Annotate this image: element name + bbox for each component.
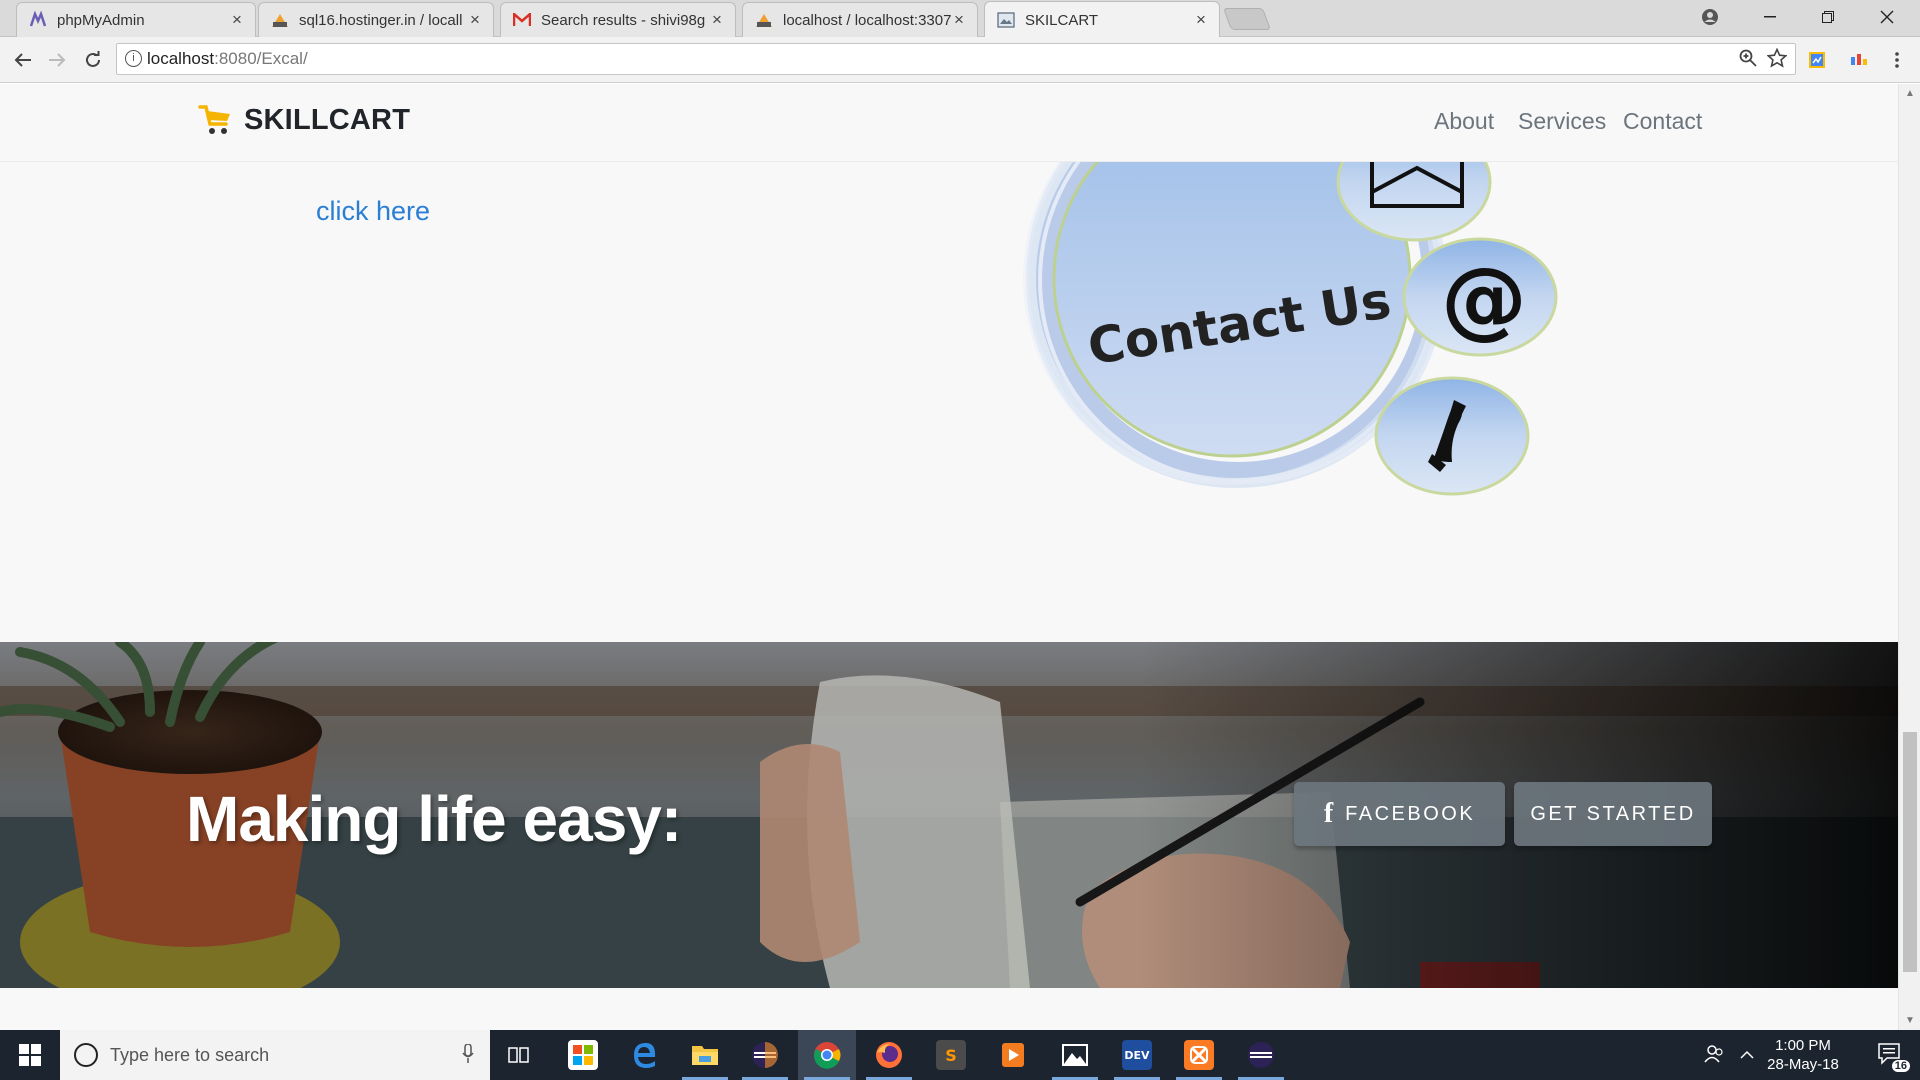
chrome-icon[interactable] xyxy=(798,1030,856,1080)
start-button[interactable] xyxy=(0,1030,60,1080)
get-started-button[interactable]: GET STARTED xyxy=(1514,782,1712,846)
eclipse-icon-2[interactable] xyxy=(1232,1030,1290,1080)
nav-about[interactable]: About xyxy=(1434,108,1494,135)
minimize-button[interactable] xyxy=(1745,0,1795,34)
taskbar-search[interactable]: Type here to search xyxy=(60,1030,490,1080)
people-icon[interactable] xyxy=(1704,1044,1724,1069)
cortana-icon xyxy=(74,1043,98,1067)
cta-banner: Making life easy: f FACEBOOK GET STARTED xyxy=(0,642,1898,988)
brand[interactable]: SKILLCART xyxy=(198,102,410,138)
tab-phpmyadmin[interactable]: phpMyAdmin × xyxy=(16,2,256,37)
page-scrollbar[interactable]: ▲ ▼ xyxy=(1898,84,1920,1030)
sublime-icon[interactable]: S xyxy=(922,1030,980,1080)
taskbar-clock[interactable]: 1:00 PM 28-May-18 xyxy=(1758,1036,1848,1074)
firefox-icon[interactable] xyxy=(860,1030,918,1080)
tab-localhost[interactable]: localhost / localhost:3307 × xyxy=(742,2,978,37)
windows-logo-icon xyxy=(19,1044,41,1066)
nav-contact[interactable]: Contact xyxy=(1623,108,1702,135)
store-icon[interactable] xyxy=(554,1030,612,1080)
task-view-icon[interactable] xyxy=(490,1030,548,1080)
tab-title: Search results - shivi98g xyxy=(541,11,706,29)
browser-toolbar: i localhost:8080/Excal/ xyxy=(0,37,1920,83)
tab-title: SKILCART xyxy=(1025,11,1099,29)
reload-button[interactable] xyxy=(78,45,108,75)
back-button[interactable] xyxy=(8,45,38,75)
media-player-icon[interactable] xyxy=(984,1030,1042,1080)
xampp-icon[interactable] xyxy=(1170,1030,1228,1080)
info-icon[interactable]: i xyxy=(125,50,142,67)
new-tab-button[interactable] xyxy=(1222,8,1272,30)
get-started-label: GET STARTED xyxy=(1530,802,1696,825)
bookmark-star-icon[interactable] xyxy=(1766,47,1788,73)
file-explorer-icon[interactable] xyxy=(676,1030,734,1080)
close-icon[interactable]: × xyxy=(1193,10,1209,30)
zoom-icon[interactable] xyxy=(1739,49,1757,72)
close-icon[interactable]: × xyxy=(467,10,483,30)
tab-title: sql16.hostinger.in / locall xyxy=(299,11,463,29)
scroll-up-arrow[interactable]: ▲ xyxy=(1899,88,1920,99)
tab-title: localhost / localhost:3307 xyxy=(783,11,951,29)
nav-services[interactable]: Services xyxy=(1518,108,1606,135)
click-here-link[interactable]: click here xyxy=(316,196,430,227)
browser-tab-strip: phpMyAdmin × sql16.hostinger.in / locall… xyxy=(0,0,1920,38)
page-viewport: SKILLCART About Services Contact click h… xyxy=(0,84,1898,1030)
at-sign-icon: @ xyxy=(1441,249,1527,349)
site-navbar: SKILLCART About Services Contact xyxy=(0,84,1898,162)
close-window-button[interactable] xyxy=(1862,0,1912,34)
tab-skilcart[interactable]: SKILCART × xyxy=(984,1,1220,38)
restore-button[interactable] xyxy=(1803,0,1853,34)
microphone-icon[interactable] xyxy=(462,1043,474,1069)
url-host: localhost xyxy=(147,49,215,68)
photos-icon[interactable] xyxy=(1046,1030,1104,1080)
phpmyadmin-icon xyxy=(29,11,47,29)
facebook-button[interactable]: f FACEBOOK xyxy=(1294,782,1505,846)
devc-label: DEV xyxy=(1124,1048,1150,1062)
edge-icon[interactable] xyxy=(616,1030,674,1080)
notification-center-icon[interactable]: 16 xyxy=(1878,1042,1910,1072)
close-icon[interactable]: × xyxy=(951,10,967,30)
facebook-icon: f xyxy=(1323,798,1334,829)
gmail-icon xyxy=(513,11,531,29)
scroll-down-arrow[interactable]: ▼ xyxy=(1899,1015,1920,1026)
cart-logo-icon xyxy=(198,105,230,134)
close-icon[interactable]: × xyxy=(229,10,245,30)
eclipse-icon[interactable] xyxy=(736,1030,794,1080)
address-bar[interactable]: i localhost:8080/Excal/ xyxy=(116,43,1796,75)
cta-title: Making life easy: xyxy=(186,783,682,855)
profile-icon[interactable] xyxy=(1685,0,1735,34)
page-icon xyxy=(997,11,1015,29)
contact-us-illustration: Contact Us @ xyxy=(976,162,1558,496)
facebook-button-label: FACEBOOK xyxy=(1345,802,1476,825)
url-path: :8080/Excal/ xyxy=(214,49,308,68)
forward-button[interactable] xyxy=(42,45,72,75)
close-icon[interactable]: × xyxy=(709,10,725,30)
tab-gmail[interactable]: Search results - shivi98g × xyxy=(500,2,736,37)
tab-title: phpMyAdmin xyxy=(57,11,145,29)
extension-icon-2[interactable] xyxy=(1846,47,1872,73)
scroll-thumb[interactable] xyxy=(1903,732,1917,972)
brand-name: SKILLCART xyxy=(244,103,411,136)
chevron-up-icon[interactable] xyxy=(1740,1044,1754,1065)
devc-icon[interactable]: DEV xyxy=(1108,1030,1166,1080)
pma-icon xyxy=(755,11,773,29)
notification-count: 16 xyxy=(1891,1060,1910,1072)
clock-time: 1:00 PM xyxy=(1775,1037,1831,1054)
pma-icon xyxy=(271,11,289,29)
windows-taskbar: Type here to search S DEV 1:00 PM 28-May… xyxy=(0,1030,1920,1080)
tab-sql16[interactable]: sql16.hostinger.in / locall × xyxy=(258,2,494,37)
extension-icon[interactable] xyxy=(1804,47,1830,73)
search-placeholder: Type here to search xyxy=(110,1044,270,1065)
menu-icon[interactable] xyxy=(1884,47,1910,73)
clock-date: 28-May-18 xyxy=(1767,1056,1839,1073)
